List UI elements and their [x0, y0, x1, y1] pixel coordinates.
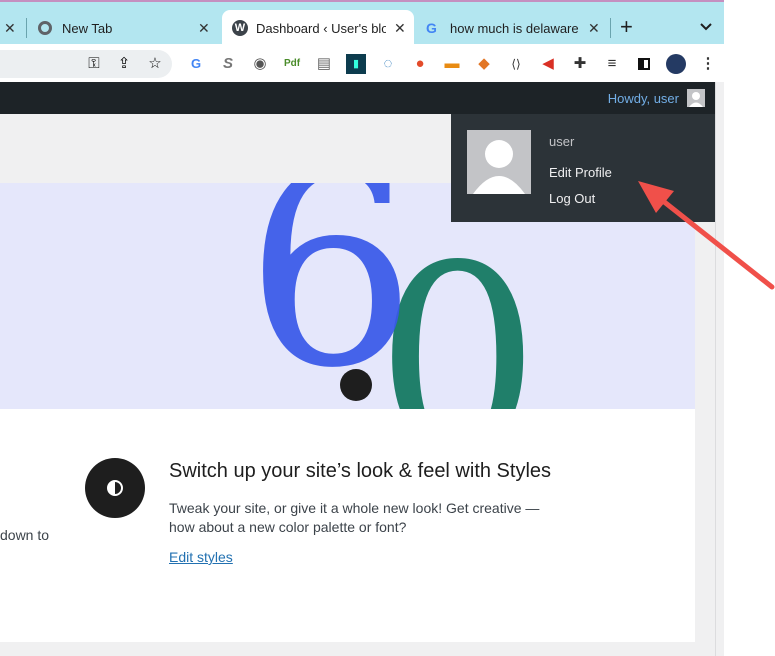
version-dot	[340, 369, 372, 401]
user-silhouette-icon	[689, 92, 703, 107]
profile-avatar-icon[interactable]	[666, 54, 686, 74]
puzzle-icon[interactable]: ✚	[570, 54, 590, 74]
metamask-icon[interactable]: ◆	[474, 54, 494, 74]
close-icon[interactable]: ✕	[198, 20, 210, 37]
tab-title: Dashboard ‹ User's blo	[256, 20, 386, 36]
chat-icon[interactable]: ◌	[378, 54, 398, 74]
browser-toolbar: ⚿ ⇪ ☆ G S ◉ Pdf ▤ ▮ ◌ ● ▬ ◆ ⟨⟩ ◀ ✚ ≡ ⋮	[0, 44, 724, 83]
tab-new-tab[interactable]: New Tab ✕	[38, 10, 218, 46]
note-icon[interactable]: ▤	[314, 54, 334, 74]
new-tab-button[interactable]: +	[620, 14, 633, 40]
wordpress-icon: W	[232, 20, 248, 36]
translate-icon[interactable]: G	[186, 54, 206, 74]
avatar	[687, 89, 705, 107]
browser-tab-strip: ✕ New Tab ✕ W Dashboard ‹ User's blo ✕ G…	[0, 0, 724, 46]
edit-styles-link[interactable]: Edit styles	[169, 549, 233, 565]
more-icon[interactable]: ⋮	[698, 54, 718, 74]
tab-separator	[26, 18, 27, 38]
sidepanel-icon[interactable]	[634, 54, 654, 74]
close-icon[interactable]: ✕	[394, 20, 406, 37]
close-icon[interactable]: ✕	[4, 20, 16, 37]
styles-icon	[85, 458, 145, 518]
annotation-arrow	[638, 181, 775, 290]
styles-description: Tweak your site, or give it a whole new …	[169, 500, 540, 535]
playlist-icon[interactable]: ≡	[602, 54, 622, 74]
wp-admin-bar: Howdy, user	[0, 82, 715, 114]
my-account-menu[interactable]: Howdy, user	[608, 82, 705, 114]
message-icon[interactable]: ▬	[442, 54, 462, 74]
styles-heading: Switch up your site’s look & feel with S…	[169, 460, 552, 482]
google-icon: G	[426, 20, 437, 36]
game-icon[interactable]: ▮	[346, 54, 366, 74]
address-bar[interactable]: ⚿ ⇪ ☆	[0, 50, 172, 78]
tab-dashboard[interactable]: W Dashboard ‹ User's blo ✕	[222, 10, 414, 46]
chevron-down-icon	[700, 23, 712, 31]
scanner-icon[interactable]: ◉	[250, 54, 270, 74]
tab-google-search[interactable]: G how much is delaware ✕	[426, 10, 606, 46]
share-icon[interactable]: ⇪	[114, 54, 134, 74]
avatar[interactable]	[467, 130, 531, 194]
pdf-icon[interactable]: Pdf	[282, 54, 302, 74]
tab-title: how much is delaware	[450, 20, 578, 36]
edit-profile-link[interactable]: Edit Profile	[549, 165, 612, 180]
star-icon[interactable]: ☆	[145, 54, 165, 74]
log-out-link[interactable]: Log Out	[549, 191, 595, 206]
s-badge-icon[interactable]: ●	[410, 54, 430, 74]
close-icon[interactable]: ✕	[588, 20, 600, 37]
s-icon[interactable]: S	[218, 54, 238, 74]
window-edge	[724, 0, 775, 656]
version-six: 6	[245, 183, 417, 409]
tab-separator	[610, 18, 611, 38]
contrast-icon	[107, 480, 123, 496]
code-icon[interactable]: ⟨⟩	[506, 54, 526, 74]
clipped-text: down to	[0, 527, 50, 543]
tab-search-button[interactable]	[700, 18, 712, 31]
chrome-icon	[38, 21, 52, 35]
megaphone-icon[interactable]: ◀	[538, 54, 558, 74]
key-icon[interactable]: ⚿	[84, 54, 104, 74]
dropdown-username[interactable]: user	[549, 134, 574, 149]
tab-title: New Tab	[62, 20, 113, 36]
howdy-text: Howdy, user	[607, 90, 679, 106]
tab-partial[interactable]: ✕	[4, 10, 16, 46]
user-silhouette-icon	[473, 140, 525, 194]
